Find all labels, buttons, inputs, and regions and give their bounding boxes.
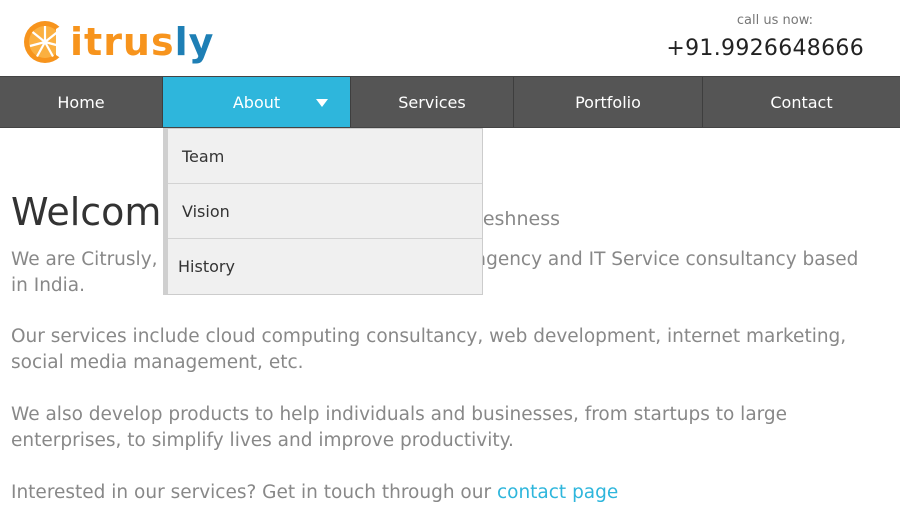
nav-item-label: Portfolio [575,92,641,112]
nav-item-portfolio[interactable]: Portfolio [514,77,703,127]
services-paragraph: Our services include cloud computing con… [11,326,847,373]
nav-item-label: Contact [770,92,833,112]
call-label: call us now: [736,13,813,28]
products-paragraph: We also develop products to help individ… [11,404,788,451]
dropdown-item-history[interactable]: History [168,239,482,294]
phone-number[interactable]: +91.9926648666 [666,36,864,61]
nav-item-label: Home [57,92,105,112]
nav-item-label: Services [398,92,466,112]
about-dropdown-menu: Team Vision History [163,128,483,295]
dropdown-item-team[interactable]: Team [168,129,482,184]
nav-item-services[interactable]: Services [351,77,514,127]
welcome-heading: Welcome [11,190,185,234]
logo[interactable]: itrusly [22,14,214,70]
site-header: itrusly call us now: +91.9926648666 [0,0,900,76]
orange-slice-icon [24,21,68,63]
caret-down-icon [316,99,328,107]
nav-item-about[interactable]: About [163,77,351,127]
logo-text: itrusly [70,20,215,64]
welcome-subheading: eshness [482,208,560,230]
contact-paragraph: Interested in our services? Get in touch… [11,482,619,503]
main-nav: Home About Services Portfolio Contact [0,76,900,128]
nav-item-label: About [232,92,281,112]
dropdown-item-vision[interactable]: Vision [168,184,482,239]
contact-page-link[interactable]: contact page [497,482,618,503]
nav-item-contact[interactable]: Contact [703,77,900,127]
nav-item-home[interactable]: Home [0,77,163,127]
